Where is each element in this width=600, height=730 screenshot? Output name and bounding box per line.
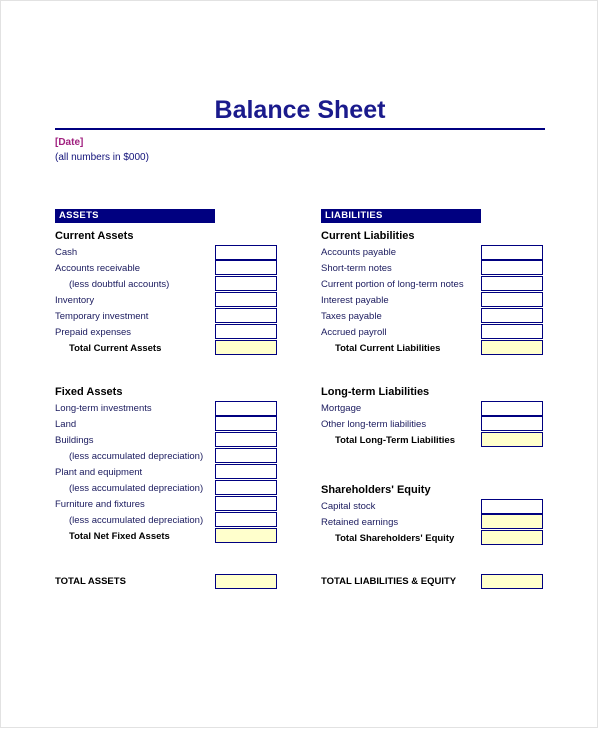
document-meta: [Date] (all numbers in $000): [55, 130, 545, 165]
line-item-row: Accrued payroll: [321, 324, 545, 341]
fixed-assets-heading: Fixed Assets: [55, 386, 123, 398]
line-item-row: Current portion of long-term notes: [321, 276, 545, 293]
line-item-row: (less doubtful accounts): [55, 276, 279, 293]
line-item-input[interactable]: [215, 496, 277, 511]
total-liabilities-equity-label: TOTAL LIABILITIES & EQUITY: [321, 576, 457, 587]
line-item-row: Total Long-Term Liabilities: [321, 432, 545, 449]
line-item-row: Furniture and fixtures: [55, 496, 279, 513]
date-placeholder[interactable]: [Date]: [55, 135, 545, 150]
total-liabilities-equity-input[interactable]: [481, 574, 543, 589]
line-item-input[interactable]: [215, 340, 277, 355]
grand-total-row: TOTAL ASSETS TOTAL LIABILITIES & EQUITY: [55, 573, 545, 591]
page-title: Balance Sheet: [214, 96, 386, 124]
current-assets-heading: Current Assets: [55, 230, 134, 242]
equity-group-spacer: [321, 449, 545, 477]
line-item-row: Interest payable: [321, 292, 545, 309]
line-item-row: (less accumulated depreciation): [55, 480, 279, 497]
current-liabilities-rows: Accounts payable Short-term notes Current …: [321, 245, 545, 357]
line-item-row: Total Shareholders' Equity: [321, 530, 545, 547]
line-item-input[interactable]: [215, 528, 277, 543]
liabilities-section-header: LIABILITIES: [321, 209, 481, 223]
line-item-input[interactable]: [481, 432, 543, 447]
line-item-row: Prepaid expenses: [55, 324, 279, 341]
line-item-input[interactable]: [481, 308, 543, 323]
line-item-input[interactable]: [215, 308, 277, 323]
shareholders-equity-rows: Capital stock Retained earnings Total Shar…: [321, 499, 545, 547]
line-item-input[interactable]: [481, 245, 543, 260]
balance-sheet-page: Balance Sheet [Date] (all numbers in $00…: [0, 0, 598, 728]
line-item-row: Retained earnings: [321, 514, 545, 531]
line-item-input[interactable]: [215, 480, 277, 495]
line-item-input[interactable]: [215, 416, 277, 431]
line-item-row: Cash: [55, 245, 279, 261]
current-liabilities-heading: Current Liabilities: [321, 230, 415, 242]
line-item-row: Plant and equipment: [55, 464, 279, 481]
line-item-row: Taxes payable: [321, 308, 545, 325]
total-assets-input[interactable]: [215, 574, 277, 589]
assets-section-header: ASSETS: [55, 209, 215, 223]
line-item-input[interactable]: [215, 276, 277, 291]
longterm-liabilities-rows: Mortgage Other long-term liabilities Total…: [321, 401, 545, 449]
line-item-input[interactable]: [481, 514, 543, 529]
line-item-input[interactable]: [481, 276, 543, 291]
line-item-row: (less accumulated depreciation): [55, 448, 279, 465]
line-item-input[interactable]: [215, 260, 277, 275]
total-assets-label: TOTAL ASSETS: [55, 576, 126, 587]
line-item-input[interactable]: [215, 512, 277, 527]
liabilities-column: LIABILITIES Current Liabilities Accounts…: [321, 209, 545, 547]
assets-group-spacer: [55, 357, 279, 379]
line-item-input[interactable]: [481, 416, 543, 431]
line-item-row: (less accumulated depreciation): [55, 512, 279, 529]
line-item-row: Mortgage: [321, 401, 545, 417]
line-item-row: Total Net Fixed Assets: [55, 528, 279, 545]
line-item-input[interactable]: [215, 292, 277, 307]
line-item-row: Accounts receivable: [55, 260, 279, 277]
shareholders-equity-heading: Shareholders' Equity: [321, 484, 431, 496]
line-item-input[interactable]: [481, 292, 543, 307]
line-item-input[interactable]: [215, 245, 277, 260]
sheet-columns: ASSETS Current Assets Cash Accounts recei…: [55, 209, 545, 547]
line-item-input[interactable]: [215, 448, 277, 463]
line-item-row: Land: [55, 416, 279, 433]
line-item-input[interactable]: [481, 499, 543, 514]
line-item-row: Capital stock: [321, 499, 545, 515]
line-item-input[interactable]: [481, 530, 543, 545]
line-item-input[interactable]: [215, 432, 277, 447]
assets-column: ASSETS Current Assets Cash Accounts recei…: [55, 209, 279, 545]
line-item-input[interactable]: [215, 401, 277, 416]
line-item-row: Total Current Assets: [55, 340, 279, 357]
line-item-input[interactable]: [481, 401, 543, 416]
line-item-row: Other long-term liabilities: [321, 416, 545, 433]
line-item-input[interactable]: [481, 260, 543, 275]
line-item-row: Short-term notes: [321, 260, 545, 277]
longterm-liabilities-heading: Long-term Liabilities: [321, 386, 430, 398]
balance-sheet-body: Balance Sheet [Date] (all numbers in $00…: [55, 1, 545, 591]
line-item-row: Temporary investment: [55, 308, 279, 325]
units-note: (all numbers in $000): [55, 152, 149, 163]
line-item-input[interactable]: [481, 340, 543, 355]
line-item-row: Long-term investments: [55, 401, 279, 417]
line-item-input[interactable]: [215, 324, 277, 339]
line-item-row: Total Current Liabilities: [321, 340, 545, 357]
current-assets-rows: Cash Accounts receivable (less doubtful ac…: [55, 245, 279, 357]
line-item-input[interactable]: [481, 324, 543, 339]
line-item-row: Buildings: [55, 432, 279, 449]
line-item-row: Accounts payable: [321, 245, 545, 261]
line-item-input[interactable]: [215, 464, 277, 479]
line-item-row: Inventory: [55, 292, 279, 309]
liabilities-group-spacer: [321, 357, 545, 379]
fixed-assets-rows: Long-term investments Land Buildings (less …: [55, 401, 279, 545]
